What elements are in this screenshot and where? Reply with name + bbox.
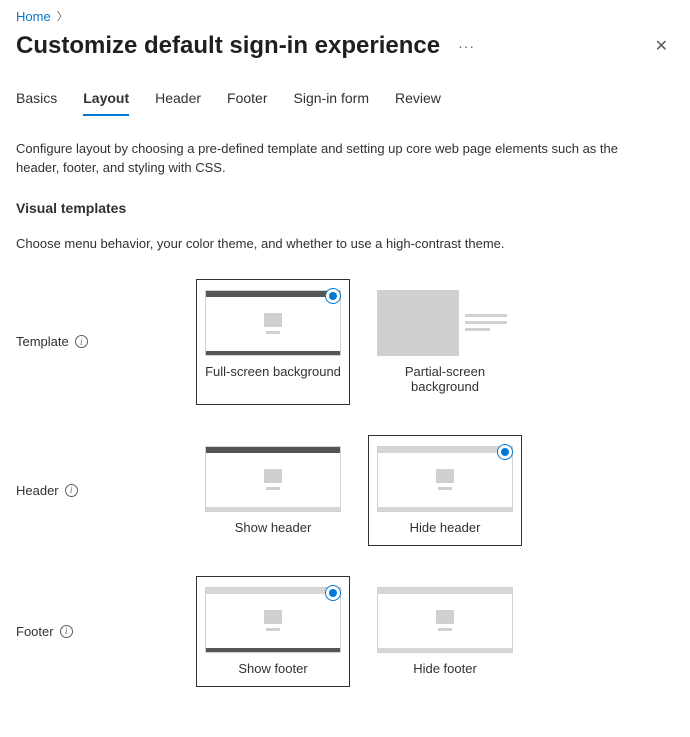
template-row: Template i Full-screen background [16, 279, 674, 405]
footer-option-hide[interactable]: Hide footer [368, 576, 522, 687]
header-option-hide-label: Hide header [377, 520, 513, 535]
tab-header[interactable]: Header [155, 90, 201, 116]
tab-layout[interactable]: Layout [83, 90, 129, 116]
tab-basics[interactable]: Basics [16, 90, 57, 116]
chevron-right-icon: 〉 [57, 8, 68, 24]
breadcrumb: Home 〉 [16, 8, 674, 24]
footer-row: Footer i Show footer Hide footer [16, 576, 674, 687]
template-option-fullscreen-label: Full-screen background [205, 364, 341, 379]
more-actions-button[interactable]: ··· [454, 34, 479, 58]
close-button[interactable]: ✕ [649, 30, 674, 62]
tab-signin-form[interactable]: Sign-in form [294, 90, 369, 116]
template-option-partial[interactable]: Partial-screen background [368, 279, 522, 405]
header-row: Header i Show header Hide header [16, 435, 674, 546]
header-label: Header [16, 483, 59, 498]
template-label: Template [16, 334, 69, 349]
info-icon[interactable]: i [60, 625, 73, 638]
template-label-cell: Template i [16, 334, 196, 349]
footer-label-cell: Footer i [16, 624, 196, 639]
header-option-show[interactable]: Show header [196, 435, 350, 546]
thumb-hide-header-icon [377, 446, 513, 512]
header-option-show-label: Show header [205, 520, 341, 535]
radio-selected-icon [325, 585, 341, 601]
breadcrumb-home-link[interactable]: Home [16, 9, 51, 24]
footer-cards: Show footer Hide footer [196, 576, 522, 687]
thumb-hide-footer-icon [377, 587, 513, 653]
header-cards: Show header Hide header [196, 435, 522, 546]
footer-option-show-label: Show footer [205, 661, 341, 676]
layout-description: Configure layout by choosing a pre-defin… [16, 140, 656, 178]
title-row: Customize default sign-in experience ···… [16, 30, 674, 62]
info-icon[interactable]: i [65, 484, 78, 497]
footer-option-show[interactable]: Show footer [196, 576, 350, 687]
tab-review[interactable]: Review [395, 90, 441, 116]
page-title: Customize default sign-in experience [16, 32, 440, 60]
tabs: Basics Layout Header Footer Sign-in form… [16, 90, 674, 116]
thumb-show-footer-icon [205, 587, 341, 653]
title-left: Customize default sign-in experience ··· [16, 32, 479, 60]
radio-selected-icon [325, 288, 341, 304]
visual-templates-sub: Choose menu behavior, your color theme, … [16, 236, 674, 251]
tab-footer[interactable]: Footer [227, 90, 267, 116]
visual-templates-heading: Visual templates [16, 200, 674, 216]
footer-option-hide-label: Hide footer [377, 661, 513, 676]
template-option-partial-label: Partial-screen background [377, 364, 513, 394]
thumb-fullscreen-icon [205, 290, 341, 356]
header-label-cell: Header i [16, 483, 196, 498]
thumb-partial-icon [377, 290, 513, 356]
info-icon[interactable]: i [75, 335, 88, 348]
radio-selected-icon [497, 444, 513, 460]
template-cards: Full-screen background Partial-screen ba… [196, 279, 522, 405]
thumb-show-header-icon [205, 446, 341, 512]
header-option-hide[interactable]: Hide header [368, 435, 522, 546]
footer-label: Footer [16, 624, 54, 639]
template-option-fullscreen[interactable]: Full-screen background [196, 279, 350, 405]
